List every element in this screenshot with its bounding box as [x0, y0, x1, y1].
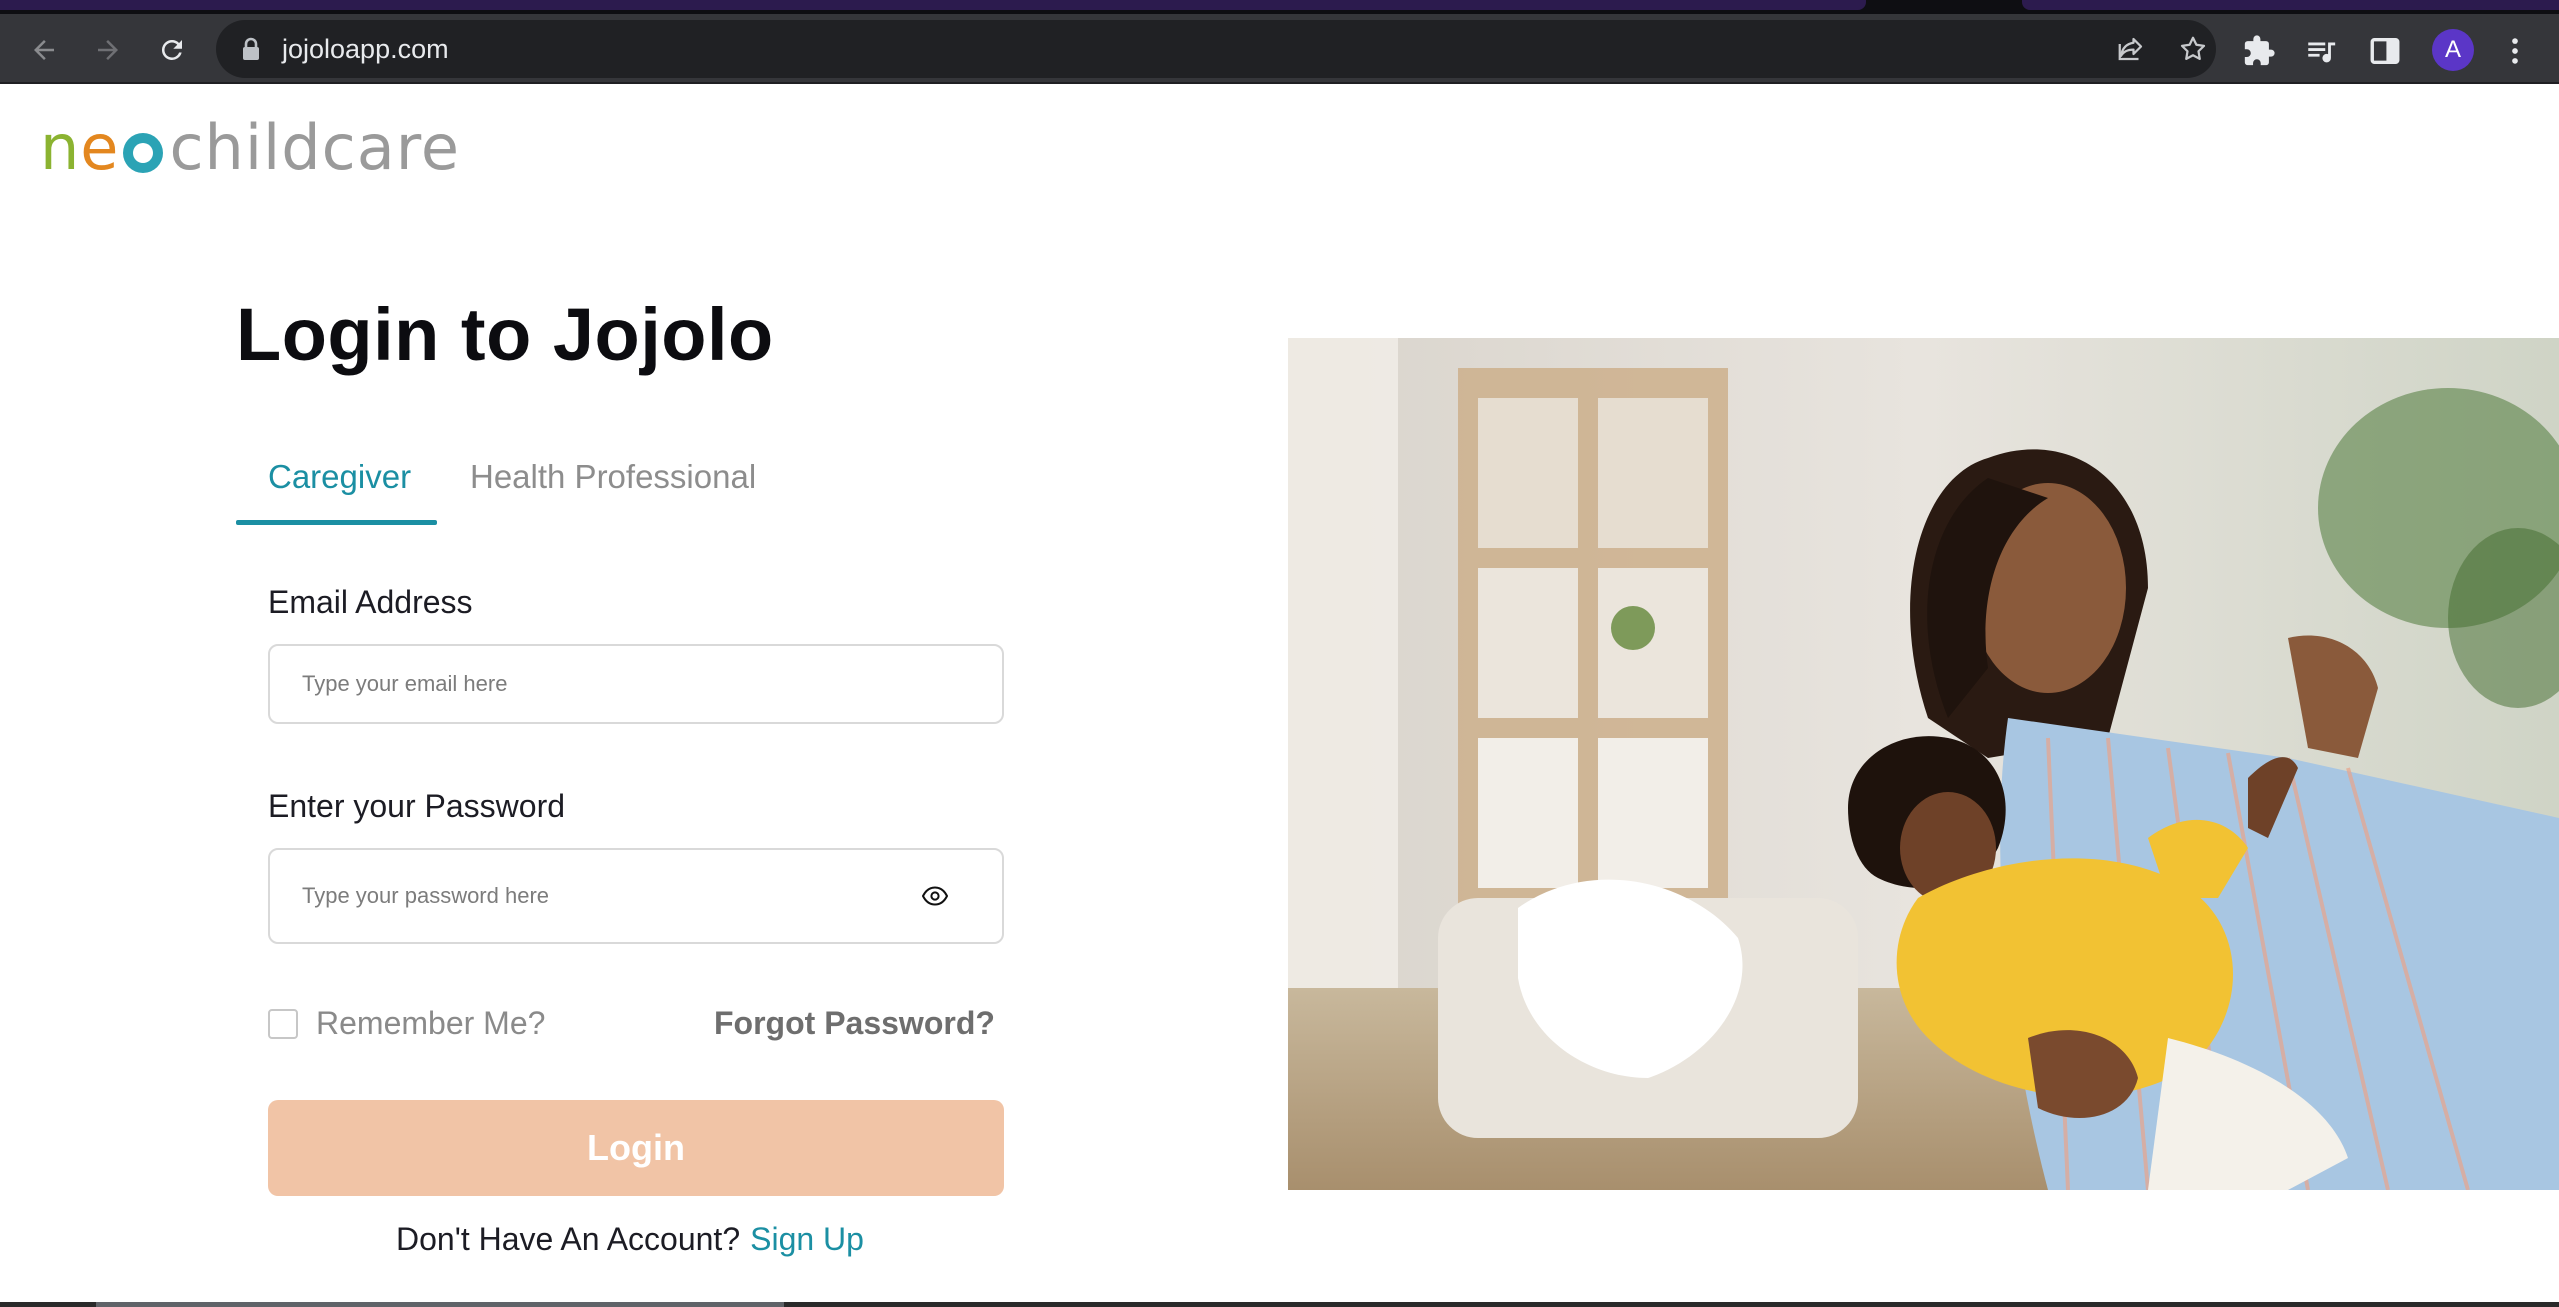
email-label: Email Address — [268, 584, 473, 620]
address-bar[interactable]: jojoloapp.com — [216, 20, 2216, 78]
page-title: Login to Jojolo — [236, 293, 774, 376]
signup-prompt: Don't Have An Account? — [396, 1221, 741, 1257]
menu-icon[interactable] — [2498, 34, 2532, 68]
active-tab-indicator — [236, 520, 437, 525]
tab-caregiver[interactable]: Caregiver — [268, 458, 411, 496]
url-text[interactable]: jojoloapp.com — [282, 35, 449, 63]
signup-row: Don't Have An Account? Sign Up — [396, 1221, 864, 1258]
logo-letter-n: n — [40, 111, 81, 184]
back-button[interactable] — [22, 28, 66, 72]
forward-button[interactable] — [86, 28, 130, 72]
tab-strip[interactable] — [0, 0, 1866, 10]
star-icon[interactable] — [2178, 34, 2208, 64]
logo-mark-icon — [123, 133, 164, 173]
lock-icon[interactable] — [240, 37, 262, 61]
bottom-scrollbar[interactable] — [0, 1302, 2559, 1307]
forward-icon — [98, 40, 118, 60]
neo-childcare-logo[interactable]: n e childcare — [40, 111, 460, 184]
logo-letter-e: e — [80, 111, 120, 184]
tab-strip-right[interactable] — [2022, 0, 2559, 10]
toolbar-divider — [0, 82, 2559, 84]
share-icon[interactable] — [2116, 34, 2146, 64]
email-field[interactable] — [302, 646, 942, 722]
remember-me-label[interactable]: Remember Me? — [316, 1005, 545, 1042]
password-label: Enter your Password — [268, 788, 566, 824]
logo-wordmark: childcare — [169, 111, 460, 184]
password-field-box[interactable] — [268, 848, 1004, 944]
hero-image — [1288, 338, 2559, 1190]
reload-button[interactable] — [150, 28, 194, 72]
puzzle-icon[interactable] — [2242, 34, 2276, 68]
remember-me-checkbox[interactable] — [268, 1009, 298, 1039]
browser-toolbar: jojoloapp.com A — [0, 14, 2559, 84]
password-field[interactable] — [302, 850, 942, 942]
reload-icon — [161, 39, 182, 60]
media-icon[interactable] — [2304, 34, 2338, 68]
email-field-box[interactable] — [268, 644, 1004, 724]
signup-link[interactable]: Sign Up — [750, 1221, 864, 1257]
tab-health-professional[interactable]: Health Professional — [470, 458, 756, 496]
back-icon — [34, 40, 54, 60]
profile-avatar[interactable]: A — [2432, 29, 2474, 71]
sidepanel-icon[interactable] — [2368, 34, 2402, 68]
scrollbar-thumb[interactable] — [96, 1302, 784, 1307]
forgot-password-link[interactable]: Forgot Password? — [714, 1005, 995, 1042]
window-top-strip — [0, 0, 2559, 14]
login-button[interactable]: Login — [268, 1100, 1004, 1196]
eye-icon[interactable] — [922, 886, 948, 906]
